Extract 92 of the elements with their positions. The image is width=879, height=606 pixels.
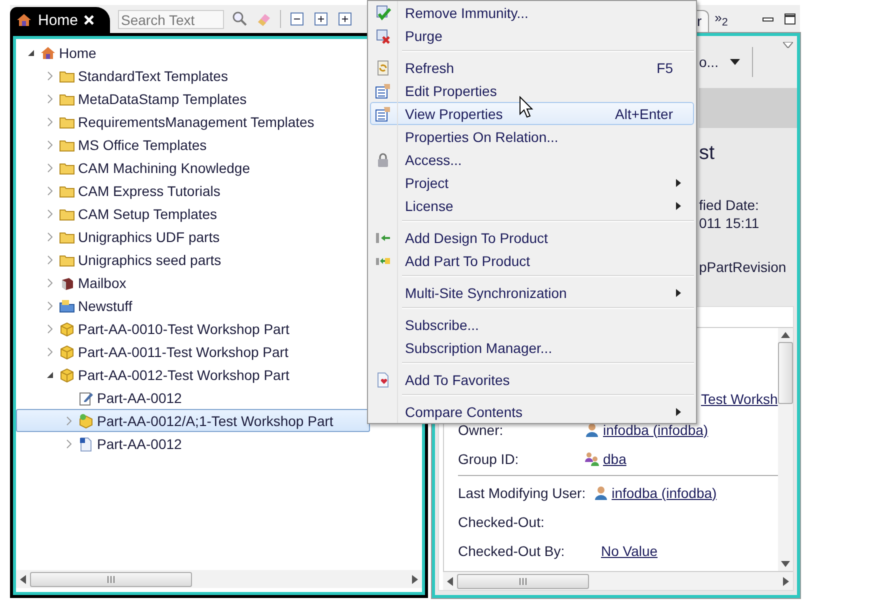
object-title: st <box>699 142 715 164</box>
delete-icon <box>375 28 391 44</box>
date-label: fied Date: <box>699 197 760 213</box>
object-type: pPartRevision <box>699 259 788 275</box>
horizontal-scrollbar[interactable] <box>443 572 793 590</box>
scroll-right-icon[interactable] <box>783 576 789 586</box>
search-field[interactable]: Search Text <box>118 10 224 29</box>
group-icon <box>584 450 600 466</box>
checkmark-icon <box>375 4 391 20</box>
maximize-icon[interactable] <box>784 13 796 25</box>
part-icon <box>78 412 94 428</box>
menu-item[interactable]: Multi-Site Synchronization <box>370 281 694 304</box>
word-document-icon <box>78 436 94 452</box>
menu-item[interactable]: Add Part To Product <box>370 249 694 272</box>
scroll-right-icon[interactable] <box>412 574 418 584</box>
house-icon <box>16 12 32 28</box>
field-label: Last Modifying User: <box>458 484 586 500</box>
date-value: 011 15:11 <box>699 215 760 231</box>
tree-item[interactable]: Unigraphics UDF parts <box>16 225 370 248</box>
properties-icon <box>375 82 391 98</box>
tree-item[interactable]: MetaDataStamp Templates <box>16 87 370 110</box>
collapse-all-icon[interactable] <box>289 11 306 27</box>
user-icon <box>592 484 609 500</box>
tree-item[interactable]: Part-AA-0012 <box>16 386 370 409</box>
eraser-icon[interactable] <box>256 11 272 27</box>
tree-item[interactable]: Part-AA-0012-Test Workshop Part <box>16 363 370 386</box>
overflow-tabs[interactable]: »$_{2}$ <box>714 10 728 33</box>
field-link[interactable]: dba <box>603 450 626 466</box>
tree-item[interactable]: CAM Machining Knowledge <box>16 156 370 179</box>
search-icon[interactable] <box>232 11 248 27</box>
menu-item[interactable]: Edit Properties <box>370 79 694 102</box>
menu-item[interactable]: Refresh F5 <box>370 56 694 79</box>
menu-item[interactable]: License <box>370 194 694 217</box>
favorite-icon <box>375 372 391 388</box>
vertical-scrollbar[interactable] <box>778 328 793 571</box>
expand-icon[interactable] <box>313 11 330 27</box>
field-label: Checked-Out: <box>458 514 546 530</box>
tree-item[interactable]: CAM Express Tutorials <box>16 179 370 202</box>
menu-item[interactable]: Access... <box>370 148 694 171</box>
tree-item[interactable]: Home <box>16 41 370 64</box>
folder-icon <box>59 298 75 314</box>
menu-item[interactable]: Project <box>370 171 694 194</box>
tree-item[interactable]: MS Office Templates <box>16 133 370 156</box>
field-link[interactable]: infodba (infodba) <box>603 422 708 438</box>
grip-icon <box>518 578 528 584</box>
tree-item[interactable]: StandardText Templates <box>16 64 370 87</box>
tree-item[interactable]: RequirementsManagement Templates <box>16 110 370 133</box>
house-icon <box>40 44 56 60</box>
menu-item[interactable]: Add Design To Product <box>370 226 694 249</box>
tree-item[interactable]: Mailbox <box>16 271 370 294</box>
dropdown-caret-icon[interactable] <box>730 59 740 65</box>
field-label: Owner: <box>458 422 504 438</box>
part-icon <box>59 320 75 336</box>
menu-item[interactable]: Subscribe... <box>370 313 694 336</box>
tree-item[interactable]: Unigraphics seed parts <box>16 248 370 271</box>
tree-item[interactable]: CAM Setup Templates <box>16 202 370 225</box>
close-icon[interactable] <box>84 15 94 25</box>
scroll-up-icon[interactable] <box>780 332 790 338</box>
expand-icon[interactable] <box>337 11 354 27</box>
grip-icon <box>106 576 116 582</box>
menu-item[interactable]: Subscription Manager... <box>370 336 694 359</box>
scroll-down-icon[interactable] <box>780 561 790 567</box>
field-link[interactable]: infodba (infodba) <box>612 484 717 500</box>
part-icon <box>59 344 75 360</box>
menu-item[interactable]: Purge <box>370 24 694 47</box>
part-icon <box>59 366 75 382</box>
user-icon <box>584 422 600 438</box>
field-link[interactable]: No Value <box>601 542 658 558</box>
view-menu-icon[interactable] <box>783 42 793 48</box>
refresh-icon <box>375 60 391 76</box>
home-tab[interactable]: Home <box>10 7 110 33</box>
menu-item[interactable]: View Properties Alt+Enter <box>370 102 694 125</box>
menu-item[interactable]: Properties On Relation... <box>370 125 694 148</box>
item-link[interactable]: Test Worksh <box>701 390 778 406</box>
field-label: Checked-Out By: <box>458 542 566 558</box>
mouse-pointer-icon <box>519 96 535 120</box>
menu-item[interactable]: Add To Favorites <box>370 368 694 391</box>
menu-item[interactable]: Remove Immunity... <box>370 1 694 24</box>
tree-item[interactable]: Newstuff <box>16 294 370 317</box>
toolbar-label[interactable]: o... <box>699 54 718 70</box>
tree-item[interactable]: Part-AA-0012/A;1-Test Workshop Part <box>16 409 370 432</box>
menu-item[interactable]: Compare Contents <box>370 400 694 423</box>
properties-icon <box>375 106 391 122</box>
tree-item[interactable]: Part-AA-0011-Test Workshop Part <box>16 340 370 363</box>
lock-icon <box>375 152 391 168</box>
scroll-left-icon[interactable] <box>20 574 26 584</box>
tree-item[interactable]: Part-AA-0012 <box>16 432 370 455</box>
tree-item[interactable]: Part-AA-0010-Test Workshop Part <box>16 317 370 340</box>
field-label: Group ID: <box>458 450 520 466</box>
horizontal-scrollbar[interactable] <box>16 570 422 588</box>
scroll-left-icon[interactable] <box>447 576 453 586</box>
edit-document-icon <box>78 390 94 406</box>
